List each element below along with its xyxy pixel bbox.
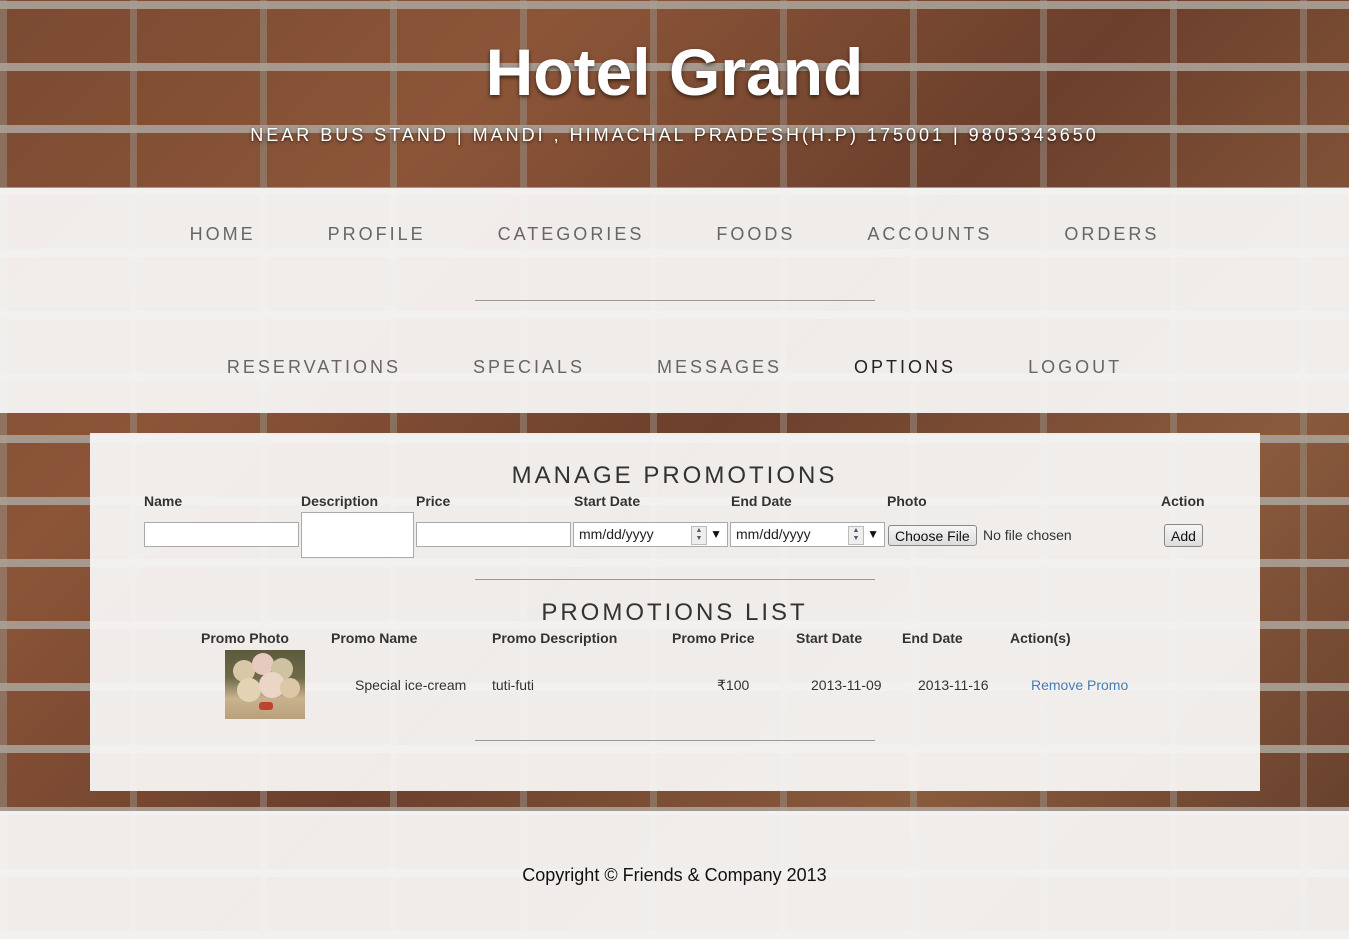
name-label: Name <box>144 493 183 509</box>
hotel-address: NEAR BUS STAND | MANDI , HIMACHAL PRADES… <box>250 125 1099 145</box>
copyright-text: Copyright © Friends & Company 2013 <box>522 865 827 885</box>
start-date-input[interactable]: mm/dd/yyyy ▲ ▼ ▼ <box>573 522 728 547</box>
price-label: Price <box>416 493 451 509</box>
start-date-label: Start Date <box>574 493 641 509</box>
nav-home[interactable]: HOME <box>190 224 256 245</box>
site-header: Hotel Grand NEAR BUS STAND | MANDI , HIM… <box>0 0 1349 188</box>
file-status-text: No file chosen <box>983 527 1072 543</box>
end-date-label: End Date <box>731 493 792 509</box>
start-date-dropdown-icon[interactable]: ▼ <box>710 527 722 541</box>
manage-promotions-title: MANAGE PROMOTIONS <box>511 462 838 489</box>
promo-end-date: 2013-11-16 <box>918 677 989 693</box>
price-input[interactable] <box>416 522 571 547</box>
action-label: Action <box>1161 493 1205 509</box>
end-date-dropdown-icon[interactable]: ▼ <box>867 527 879 541</box>
name-input[interactable] <box>144 522 299 547</box>
col-start-date: Start Date <box>796 630 863 646</box>
promo-name: Special ice-cream <box>355 677 467 693</box>
end-date-placeholder: mm/dd/yyyy <box>736 526 811 542</box>
add-promo-button[interactable]: Add <box>1164 524 1203 547</box>
col-promo-description: Promo Description <box>492 630 618 646</box>
nav-reservations[interactable]: RESERVATIONS <box>227 357 401 378</box>
choose-file-button[interactable]: Choose File <box>888 525 977 546</box>
photo-label: Photo <box>887 493 927 509</box>
nav-messages[interactable]: MESSAGES <box>657 357 782 378</box>
nav-profile[interactable]: PROFILE <box>328 224 426 245</box>
remove-promo-link[interactable]: Remove Promo <box>1031 677 1128 693</box>
promo-start-date: 2013-11-09 <box>811 677 882 693</box>
description-input[interactable] <box>301 512 414 558</box>
start-date-placeholder: mm/dd/yyyy <box>579 526 654 542</box>
section-divider <box>475 579 875 580</box>
nav-foods[interactable]: FOODS <box>716 224 795 245</box>
nav-options[interactable]: OPTIONS <box>854 357 956 378</box>
nav-logout[interactable]: LOGOUT <box>1028 357 1122 378</box>
end-date-input[interactable]: mm/dd/yyyy ▲ ▼ ▼ <box>730 522 885 547</box>
nav-accounts[interactable]: ACCOUNTS <box>867 224 992 245</box>
nav-categories[interactable]: CATEGORIES <box>498 224 645 245</box>
promotions-list-title: PROMOTIONS LIST <box>541 599 808 626</box>
col-promo-photo: Promo Photo <box>201 630 289 646</box>
nav-orders[interactable]: ORDERS <box>1064 224 1159 245</box>
promo-photo <box>225 650 305 719</box>
col-actions: Action(s) <box>1010 630 1071 646</box>
list-divider <box>475 740 875 741</box>
description-label: Description <box>301 493 379 509</box>
hotel-title: Hotel Grand <box>485 35 864 109</box>
promo-description: tuti-futi <box>492 677 535 693</box>
nav-row-primary: HOME PROFILE CATEGORIES FOODS ACCOUNTS O… <box>0 224 1349 245</box>
col-promo-name: Promo Name <box>331 630 418 646</box>
nav-specials[interactable]: SPECIALS <box>473 357 585 378</box>
promo-price: ₹100 <box>717 677 750 693</box>
nav-divider <box>475 300 875 301</box>
end-date-spinner-icon[interactable]: ▲ ▼ <box>848 526 864 545</box>
col-end-date: End Date <box>902 630 963 646</box>
nav-row-secondary: RESERVATIONS SPECIALS MESSAGES OPTIONS L… <box>0 357 1349 378</box>
col-promo-price: Promo Price <box>672 630 755 646</box>
start-date-spinner-icon[interactable]: ▲ ▼ <box>691 526 707 545</box>
